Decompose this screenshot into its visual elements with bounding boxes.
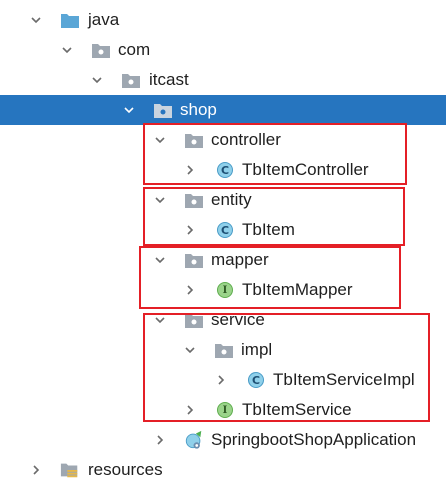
tree-node-label: resources [88, 460, 163, 479]
tree-node-label: TbItemController [242, 160, 369, 179]
tree-node-label: itcast [149, 70, 189, 89]
tree-node-label: entity [211, 190, 252, 209]
chevron-down-icon[interactable] [121, 102, 137, 118]
tree-node-springbootshopapplication[interactable]: SpringbootShopApplication [0, 425, 446, 455]
package-folder-icon [184, 130, 204, 150]
class-icon: C [215, 160, 235, 180]
package-folder-icon [153, 100, 173, 120]
tree-node-impl[interactable]: impl [0, 335, 446, 365]
tree-node-resources[interactable]: resources [0, 455, 446, 485]
spring-application-icon [184, 430, 204, 450]
package-folder-icon [184, 310, 204, 330]
tree-node-controller[interactable]: controller [0, 125, 446, 155]
tree-node-tbitemserviceimpl[interactable]: C TbItemServiceImpl [0, 365, 446, 395]
chevron-down-icon[interactable] [152, 252, 168, 268]
tree-node-tbitemmapper[interactable]: I TbItemMapper [0, 275, 446, 305]
chevron-down-icon[interactable] [182, 342, 198, 358]
package-folder-icon [91, 40, 111, 60]
package-folder-icon [184, 190, 204, 210]
interface-i-glyph: I [217, 402, 233, 418]
tree-node-itcast[interactable]: itcast [0, 65, 446, 95]
chevron-right-icon[interactable] [152, 432, 168, 448]
interface-i-glyph: I [217, 282, 233, 298]
source-folder-icon [60, 10, 80, 30]
tree-node-tbitemservice[interactable]: I TbItemService [0, 395, 446, 425]
chevron-down-icon[interactable] [28, 12, 44, 28]
package-folder-icon [121, 70, 141, 90]
tree-node-label: controller [211, 130, 281, 149]
tree-node-label: TbItemService [242, 400, 352, 419]
tree-node-label: TbItem [242, 220, 295, 239]
chevron-down-icon[interactable] [89, 72, 105, 88]
class-c-glyph: C [217, 162, 233, 178]
interface-icon: I [215, 280, 235, 300]
tree-node-entity[interactable]: entity [0, 185, 446, 215]
tree-node-tbitemcontroller[interactable]: C TbItemController [0, 155, 446, 185]
tree-node-java[interactable]: java [0, 5, 446, 35]
tree-node-label: TbItemMapper [242, 280, 353, 299]
package-folder-icon [184, 250, 204, 270]
tree-node-label: SpringbootShopApplication [211, 430, 417, 449]
resources-folder-icon [60, 460, 80, 480]
tree-node-label: shop [180, 100, 217, 119]
tree-node-label: impl [241, 340, 273, 359]
class-c-glyph: C [217, 222, 233, 238]
chevron-right-icon[interactable] [213, 372, 229, 388]
class-icon: C [246, 370, 266, 390]
tree-node-label: service [211, 310, 265, 329]
chevron-down-icon[interactable] [152, 132, 168, 148]
tree-node-mapper[interactable]: mapper [0, 245, 446, 275]
tree-node-label: TbItemServiceImpl [273, 370, 415, 389]
tree-node-label: mapper [211, 250, 269, 269]
package-folder-icon [214, 340, 234, 360]
tree-node-com[interactable]: com [0, 35, 446, 65]
project-tree: java com itcast shop controller C TbItem… [0, 0, 446, 489]
chevron-down-icon[interactable] [59, 42, 75, 58]
tree-node-service[interactable]: service [0, 305, 446, 335]
class-icon: C [215, 220, 235, 240]
chevron-right-icon[interactable] [182, 162, 198, 178]
chevron-down-icon[interactable] [152, 192, 168, 208]
chevron-right-icon[interactable] [182, 282, 198, 298]
interface-icon: I [215, 400, 235, 420]
tree-node-tbitem[interactable]: C TbItem [0, 215, 446, 245]
class-c-glyph: C [248, 372, 264, 388]
tree-node-label: java [88, 10, 120, 29]
chevron-right-icon[interactable] [182, 402, 198, 418]
chevron-right-icon[interactable] [28, 462, 44, 478]
chevron-right-icon[interactable] [182, 222, 198, 238]
chevron-down-icon[interactable] [152, 312, 168, 328]
tree-node-label: com [118, 40, 151, 59]
tree-node-shop[interactable]: shop [0, 95, 446, 125]
